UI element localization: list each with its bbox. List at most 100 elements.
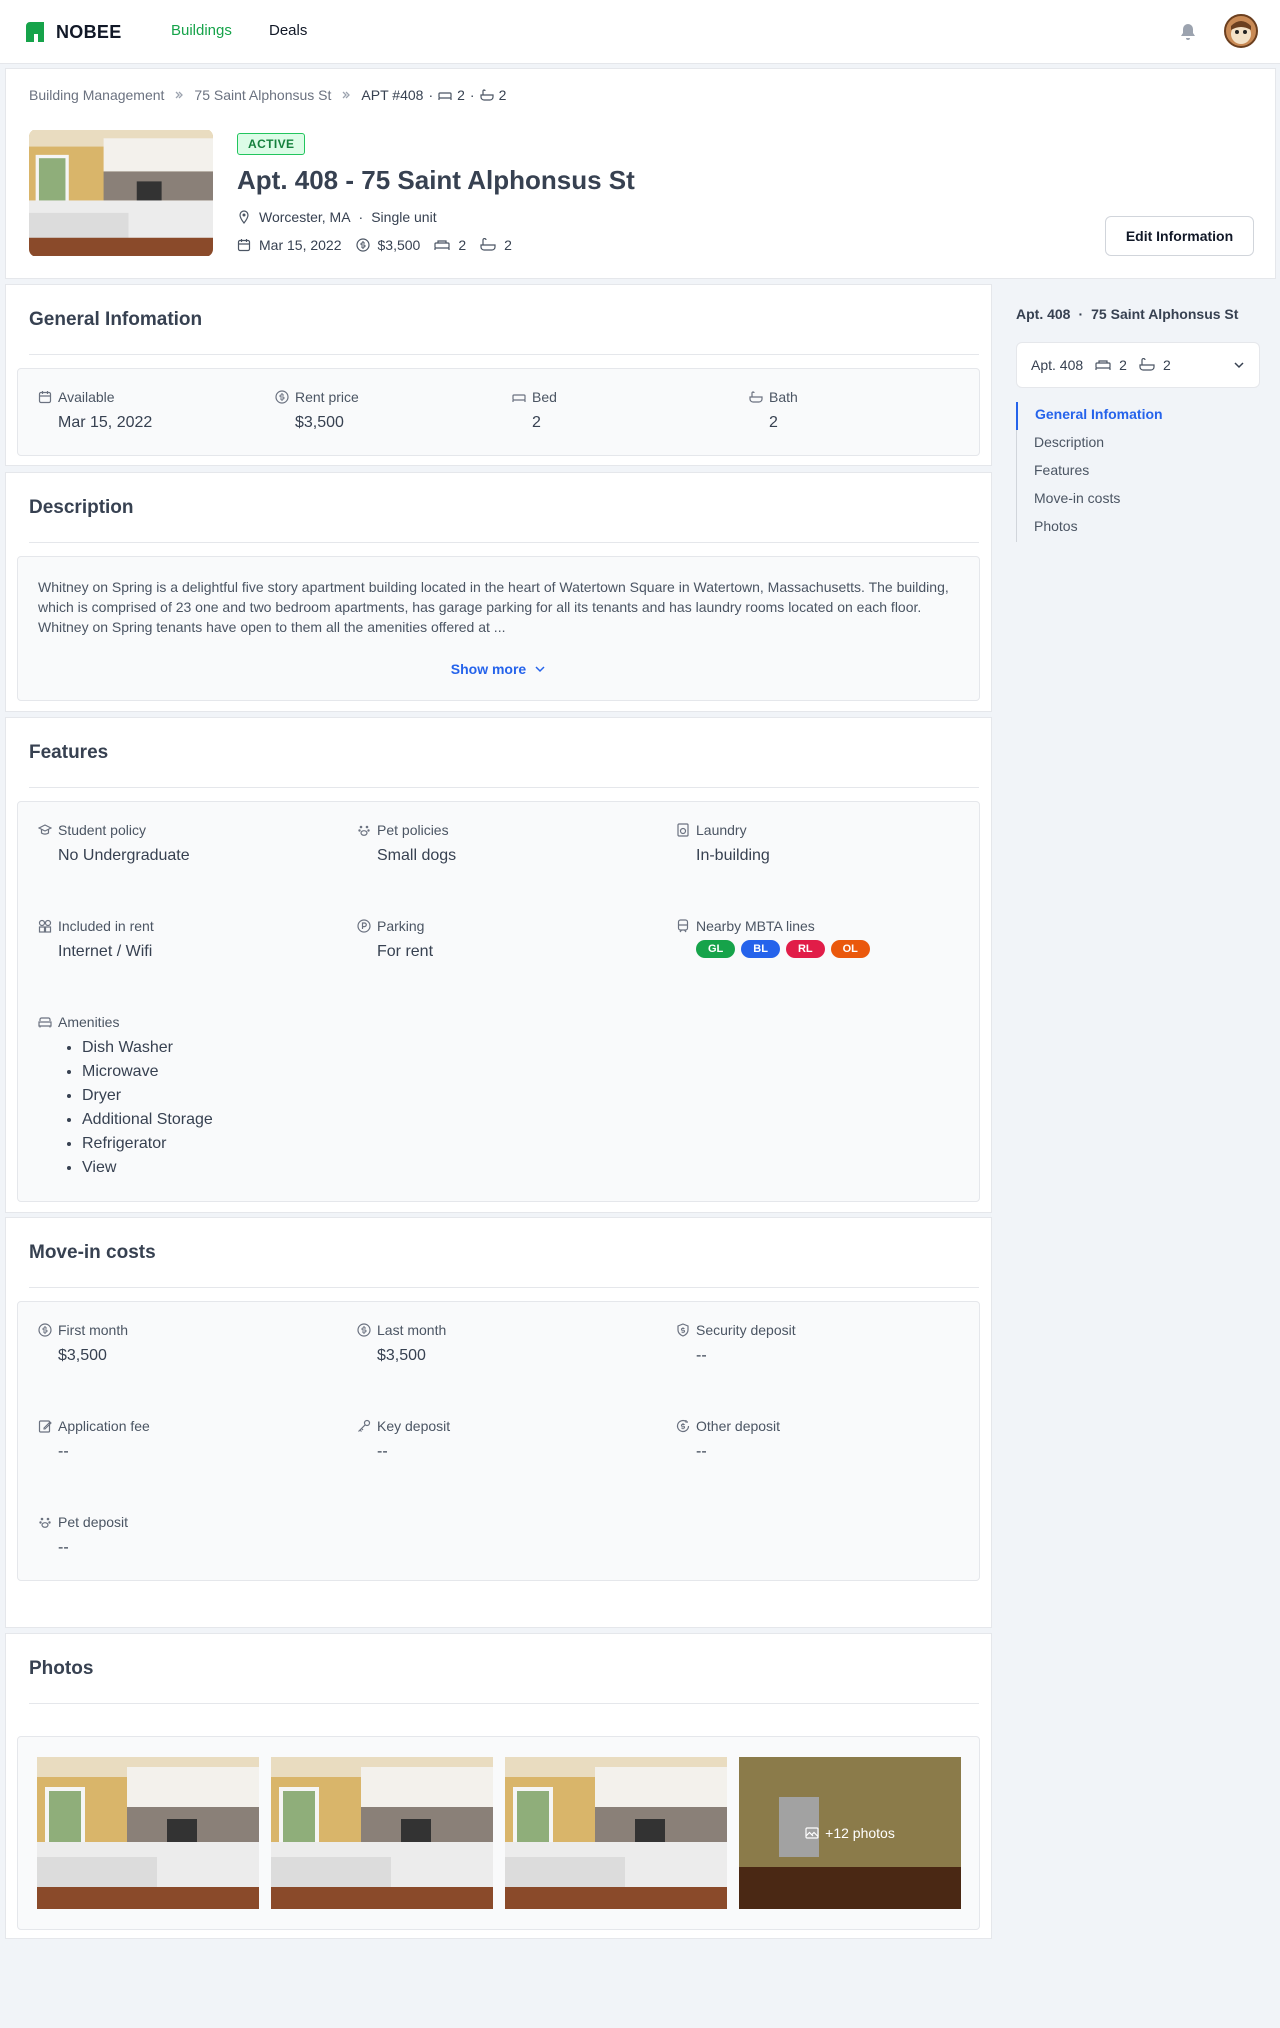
field-label: Student policy: [58, 822, 146, 838]
field-label: Key deposit: [377, 1418, 451, 1434]
field-label: Available: [58, 389, 115, 405]
field-last-month: Last month $3,500: [357, 1322, 446, 1365]
field-label: Included in rent: [58, 918, 154, 934]
section-title: Features: [29, 742, 109, 763]
amenity-item: Additional Storage: [82, 1108, 213, 1132]
photo-thumbnail[interactable]: [505, 1757, 727, 1909]
field-value: $3,500: [295, 414, 344, 431]
graduation-cap-icon: [38, 824, 52, 835]
show-more-button[interactable]: Show more: [18, 661, 979, 677]
photos-panel: +12 photos: [17, 1736, 980, 1930]
unit-select-dropdown[interactable]: Apt. 408 2 2: [1016, 342, 1260, 388]
toc-features[interactable]: Features: [1017, 458, 1163, 486]
calendar-icon: [38, 391, 52, 404]
photo-thumbnail[interactable]: [271, 1757, 493, 1909]
toc-description[interactable]: Description: [1017, 430, 1163, 458]
nav-deals[interactable]: Deals: [269, 22, 307, 39]
toc-photos[interactable]: Photos: [1017, 514, 1163, 542]
more-photos-thumbnail[interactable]: +12 photos: [739, 1757, 961, 1909]
unit-location: Worcester, MA: [259, 209, 351, 225]
amenity-item: Refrigerator: [82, 1132, 213, 1156]
field-application-fee: Application fee --: [38, 1418, 150, 1461]
unit-price: $3,500: [377, 237, 421, 253]
photo-thumbnail[interactable]: [37, 1757, 259, 1909]
chevron-down-icon: [1234, 362, 1244, 369]
unit-type: Single unit: [371, 209, 437, 225]
edit-document-icon: [38, 1420, 52, 1433]
photos-section: Photos +12 photos: [5, 1633, 992, 1939]
chevron-right-icon: [342, 91, 351, 99]
field-first-month: First month $3,500: [38, 1322, 128, 1365]
field-security-deposit: Security deposit --: [676, 1322, 796, 1365]
breadcrumb-building[interactable]: 75 Saint Alphonsus St: [194, 87, 331, 103]
description-section: Description Whitney on Spring is a delig…: [5, 472, 992, 712]
field-value: 2: [532, 414, 541, 431]
field-label: Application fee: [58, 1418, 150, 1434]
dollar-icon: [275, 390, 289, 404]
unit-thumbnail[interactable]: [29, 129, 213, 257]
shield-dollar-icon: [677, 1323, 689, 1337]
unit-date: Mar 15, 2022: [259, 237, 342, 253]
pet-paw-icon: [358, 825, 370, 836]
field-label: Other deposit: [696, 1418, 781, 1434]
kitchen-photo: [505, 1757, 727, 1909]
features-panel: Student policy No Undergraduate Pet poli…: [17, 801, 980, 1202]
kitchen-photo: [29, 130, 213, 256]
field-value: --: [58, 1443, 69, 1460]
field-value: --: [377, 1443, 388, 1460]
location-pin-icon: [239, 210, 249, 224]
divider: [29, 354, 979, 355]
section-title: General Infomation: [29, 309, 203, 330]
notification-bell-icon[interactable]: [1178, 22, 1198, 42]
field-pet-policies: Pet policies Small dogs: [357, 822, 456, 865]
bed-icon: [438, 92, 452, 100]
field-value: For rent: [377, 943, 434, 960]
section-title: Description: [29, 497, 134, 518]
field-label: Nearby MBTA lines: [696, 918, 815, 934]
general-information-section: General Infomation Available Mar 15, 202…: [5, 284, 992, 466]
divider: [29, 542, 979, 543]
show-more-label: Show more: [450, 661, 527, 677]
breadcrumb-building-management[interactable]: Building Management: [29, 87, 164, 103]
utilities-icon: [38, 919, 52, 933]
toc-general-information[interactable]: General Infomation: [1016, 402, 1163, 430]
dollar-icon: [38, 1323, 52, 1337]
divider: [29, 1703, 979, 1704]
field-label: Parking: [377, 918, 425, 934]
mbta-line-badge: GL: [696, 940, 736, 958]
bath-icon: [1139, 358, 1155, 371]
nav-buildings[interactable]: Buildings: [171, 22, 232, 39]
page-title: Apt. 408 - 75 Saint Alphonsus St: [237, 165, 635, 195]
chevron-down-icon: [535, 666, 545, 673]
field-parking: Parking For rent: [357, 918, 433, 961]
brand-name: NOBEE: [56, 21, 122, 42]
section-title: Move-in costs: [29, 1242, 156, 1263]
breadcrumb-apt: APT #408: [361, 87, 424, 103]
field-value: --: [696, 1347, 707, 1364]
field-value: In-building: [696, 847, 770, 864]
features-section: Features Student policy No Undergraduate…: [5, 717, 992, 1213]
brand-logo[interactable]: NOBEE: [24, 20, 122, 44]
key-icon: [358, 1419, 371, 1432]
edit-information-button[interactable]: Edit Information: [1105, 216, 1254, 256]
breadcrumb-baths: 2: [498, 87, 507, 103]
field-bed: Bed 2: [512, 389, 557, 432]
field-label: Security deposit: [696, 1322, 796, 1338]
field-rent-price: Rent price $3,500: [275, 389, 359, 432]
toc-move-in-costs[interactable]: Move-in costs: [1017, 486, 1163, 514]
field-available: Available Mar 15, 2022: [38, 389, 152, 432]
field-value: No Undergraduate: [58, 847, 190, 864]
move-in-costs-section: Move-in costs First month $3,500 Last mo…: [5, 1217, 992, 1628]
breadcrumb-separator: ·: [428, 87, 434, 103]
mbta-line-badge: OL: [830, 940, 870, 958]
image-icon: [805, 1827, 819, 1839]
field-label: Last month: [377, 1322, 447, 1338]
top-navigation: NOBEE Buildings Deals: [0, 0, 1280, 64]
field-value: $3,500: [377, 1347, 426, 1364]
amenity-item: Dish Washer: [82, 1036, 213, 1060]
field-amenities: Amenities Dish Washer Microwave Dryer Ad…: [38, 1014, 213, 1180]
field-label: Amenities: [58, 1014, 120, 1030]
user-avatar[interactable]: [1224, 14, 1258, 48]
move-in-costs-panel: First month $3,500 Last month $3,500 Sec…: [17, 1301, 980, 1581]
parking-icon: [357, 919, 371, 933]
